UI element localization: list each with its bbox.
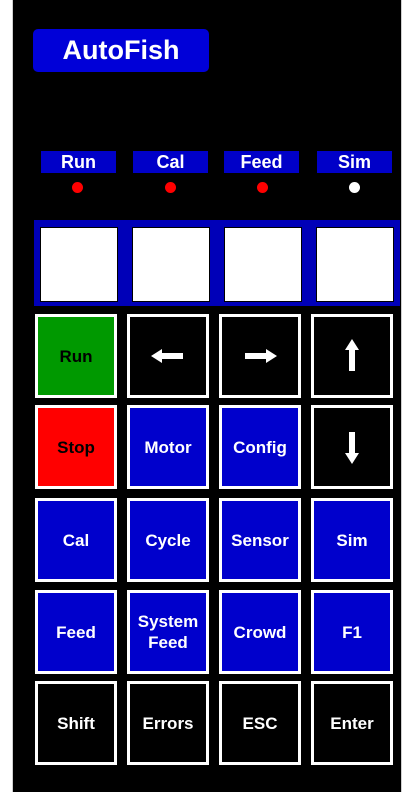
- feed-button[interactable]: Feed: [35, 590, 117, 674]
- system-feed-button-label: System Feed: [137, 612, 199, 652]
- indicator-label-feed: Feed: [224, 151, 299, 173]
- cal-button-label: Cal: [62, 530, 90, 550]
- config-button-label: Config: [233, 437, 287, 457]
- run-led-icon: [72, 182, 83, 193]
- shift-button-label: Shift: [57, 713, 95, 733]
- stop-button[interactable]: Stop: [35, 405, 117, 489]
- crowd-button[interactable]: Crowd: [219, 590, 301, 674]
- right-arrow-button[interactable]: [219, 314, 301, 398]
- display-screen-1: [40, 227, 118, 302]
- sim-button[interactable]: Sim: [311, 498, 393, 582]
- system-feed-button[interactable]: System Feed: [127, 590, 209, 674]
- indicator-label-cal: Cal: [133, 151, 208, 173]
- motor-button[interactable]: Motor: [127, 405, 209, 489]
- stop-button-label: Stop: [57, 437, 95, 457]
- sim-button-label: Sim: [336, 530, 368, 550]
- arrow-left-icon: [151, 349, 183, 363]
- feed-button-label: Feed: [56, 622, 96, 642]
- errors-button-label: Errors: [142, 713, 194, 733]
- display-screen-3: [224, 227, 302, 302]
- feed-led-icon: [257, 182, 268, 193]
- esc-button[interactable]: ESC: [219, 681, 301, 765]
- esc-button-label: ESC: [242, 713, 278, 733]
- indicator-label-sim: Sim: [317, 151, 392, 173]
- arrow-right-icon: [245, 349, 277, 363]
- indicator-label-run: Run: [41, 151, 116, 173]
- motor-button-label: Motor: [144, 437, 192, 457]
- crowd-button-label: Crowd: [233, 622, 287, 642]
- display-screen-4: [316, 227, 394, 302]
- config-button[interactable]: Config: [219, 405, 301, 489]
- run-button[interactable]: Run: [35, 314, 117, 398]
- cycle-button-label: Cycle: [145, 530, 191, 550]
- cycle-button[interactable]: Cycle: [127, 498, 209, 582]
- app-title: AutoFish: [33, 29, 209, 72]
- f1-button-label: F1: [342, 622, 362, 642]
- arrow-up-icon: [345, 339, 359, 371]
- enter-button-label: Enter: [330, 713, 374, 733]
- up-arrow-button[interactable]: [311, 314, 393, 398]
- sim-led-icon: [349, 182, 360, 193]
- down-arrow-button[interactable]: [311, 405, 393, 489]
- left-arrow-button[interactable]: [127, 314, 209, 398]
- sensor-button[interactable]: Sensor: [219, 498, 301, 582]
- display-screen-2: [132, 227, 210, 302]
- cal-led-icon: [165, 182, 176, 193]
- sensor-button-label: Sensor: [231, 530, 289, 550]
- arrow-down-icon: [345, 432, 359, 464]
- enter-button[interactable]: Enter: [311, 681, 393, 765]
- errors-button[interactable]: Errors: [127, 681, 209, 765]
- f1-button[interactable]: F1: [311, 590, 393, 674]
- cal-button[interactable]: Cal: [35, 498, 117, 582]
- run-button-label: Run: [59, 346, 93, 366]
- shift-button[interactable]: Shift: [35, 681, 117, 765]
